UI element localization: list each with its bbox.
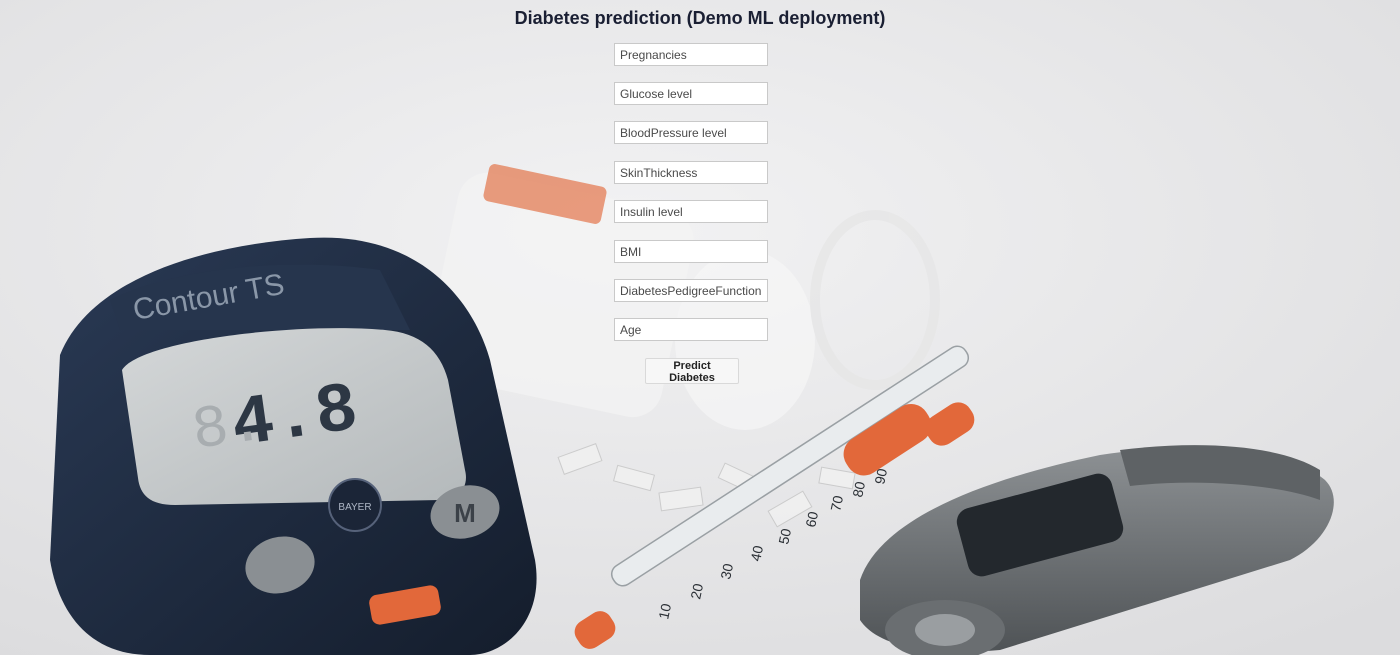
svg-text:BAYER: BAYER [338,502,371,513]
predict-diabetes-button[interactable]: Predict Diabetes [645,358,739,384]
insulin-field[interactable] [614,200,768,223]
page-title: Diabetes prediction (Demo ML deployment) [514,8,886,28]
diabetes-pedigree-field[interactable] [614,279,768,302]
glucose-field[interactable] [614,82,768,105]
age-field[interactable] [614,318,768,341]
blood-pressure-field[interactable] [614,121,768,144]
svg-text:M: M [454,498,476,528]
pregnancies-field[interactable] [614,43,768,66]
svg-text:8.: 8. [188,389,269,466]
skin-thickness-field[interactable] [614,161,768,184]
bmi-field[interactable] [614,240,768,263]
